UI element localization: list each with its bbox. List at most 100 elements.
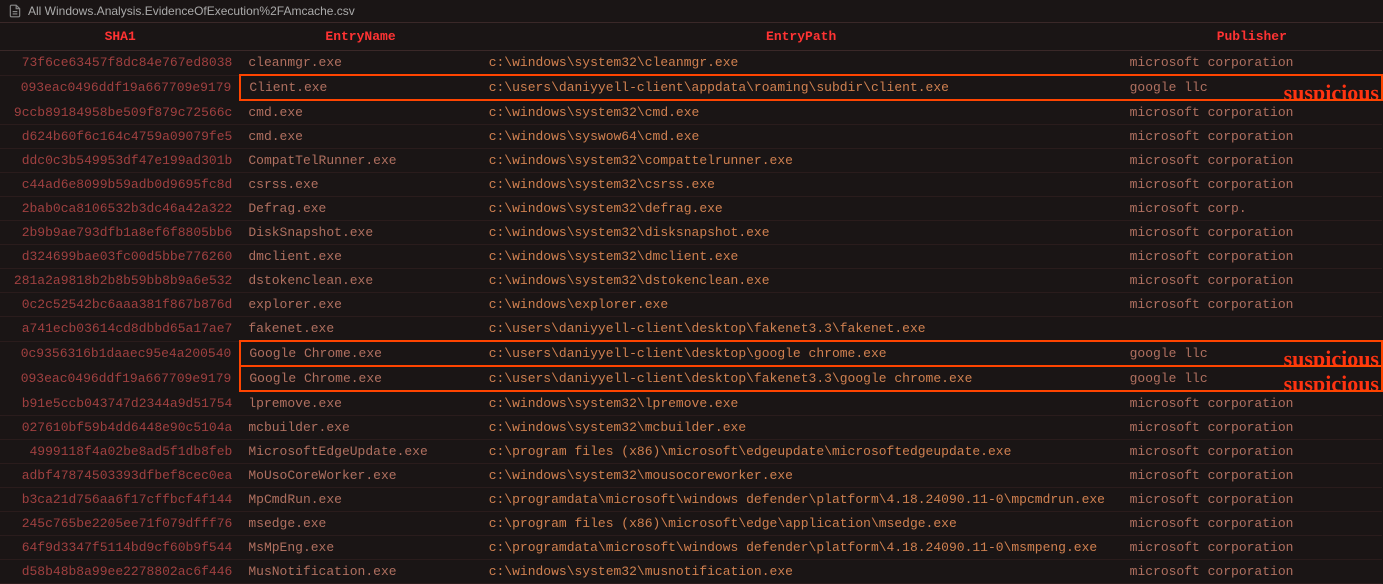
table-row[interactable]: 0c2c52542bc6aaa381f867b876dexplorer.exec…: [0, 293, 1382, 317]
table-row[interactable]: 093eac0496ddf19a667709e9179Client.exec:\…: [0, 75, 1382, 100]
cell-publisher: microsoft corporation: [1122, 440, 1382, 464]
cell-entrypath: c:\windows\system32\musnotification.exe: [481, 560, 1122, 584]
table-row[interactable]: d58b48b8a99ee2278802ac6f446MusNotificati…: [0, 560, 1382, 584]
cell-sha1: 093eac0496ddf19a667709e9179: [0, 366, 240, 391]
cell-entrypath: c:\windows\system32\disksnapshot.exe: [481, 221, 1122, 245]
cell-entryname: MsMpEng.exe: [240, 536, 480, 560]
cell-entryname: mcbuilder.exe: [240, 416, 480, 440]
cell-sha1: 64f9d3347f5114bd9cf60b9f544: [0, 536, 240, 560]
cell-entryname: MoUsoCoreWorker.exe: [240, 464, 480, 488]
cell-publisher: microsoft corporation: [1122, 51, 1382, 76]
cell-entrypath: c:\programdata\microsoft\windows defende…: [481, 488, 1122, 512]
cell-sha1: 093eac0496ddf19a667709e9179: [0, 75, 240, 100]
cell-entrypath: c:\windows\system32\dstokenclean.exe: [481, 269, 1122, 293]
cell-entryname: dmclient.exe: [240, 245, 480, 269]
cell-publisher: google llcsuspicious: [1122, 75, 1382, 100]
cell-entrypath: c:\windows\system32\mousocoreworker.exe: [481, 464, 1122, 488]
cell-publisher: microsoft corporation: [1122, 125, 1382, 149]
table-row[interactable]: 64f9d3347f5114bd9cf60b9f544MsMpEng.exec:…: [0, 536, 1382, 560]
table-row[interactable]: d324699bae03fc00d5bbe776260dmclient.exec…: [0, 245, 1382, 269]
cell-sha1: ddc0c3b549953df47e199ad301b: [0, 149, 240, 173]
table-row[interactable]: 0c9356316b1daaec95e4a200540Google Chrome…: [0, 341, 1382, 366]
cell-entryname: cleanmgr.exe: [240, 51, 480, 76]
cell-publisher: microsoft corporation: [1122, 269, 1382, 293]
table-row[interactable]: d624b60f6c164c4759a09079fe5cmd.exec:\win…: [0, 125, 1382, 149]
cell-publisher: microsoft corporation: [1122, 464, 1382, 488]
file-icon: [8, 4, 22, 18]
cell-sha1: 281a2a9818b2b8b59bb8b9a6e532: [0, 269, 240, 293]
cell-entryname: Defrag.exe: [240, 197, 480, 221]
cell-publisher: microsoft corp.: [1122, 197, 1382, 221]
cell-publisher: google llcsuspicious: [1122, 366, 1382, 391]
cell-entrypath: c:\windows\system32\cmd.exe: [481, 100, 1122, 125]
table-row[interactable]: 73f6ce63457f8dc84e767ed8038cleanmgr.exec…: [0, 51, 1382, 76]
table-header-row: SHA1 EntryName EntryPath Publisher: [0, 23, 1382, 51]
table-row[interactable]: c44ad6e8099b59adb0d9695fc8dcsrss.exec:\w…: [0, 173, 1382, 197]
tab-title[interactable]: All Windows.Analysis.EvidenceOfExecution…: [28, 4, 355, 18]
cell-sha1: 2b9b9ae793dfb1a8ef6f8805bb6: [0, 221, 240, 245]
table-row[interactable]: 2bab0ca8106532b3dc46a42a322Defrag.exec:\…: [0, 197, 1382, 221]
cell-entryname: csrss.exe: [240, 173, 480, 197]
cell-entrypath: c:\windows\system32\cleanmgr.exe: [481, 51, 1122, 76]
suspicious-annotation: suspicious: [1284, 80, 1379, 100]
cell-publisher: microsoft corporation: [1122, 245, 1382, 269]
cell-entryname: explorer.exe: [240, 293, 480, 317]
cell-sha1: 0c9356316b1daaec95e4a200540: [0, 341, 240, 366]
table-row[interactable]: adbf47874503393dfbef8cec0eaMoUsoCoreWork…: [0, 464, 1382, 488]
table-row[interactable]: 2b9b9ae793dfb1a8ef6f8805bb6DiskSnapshot.…: [0, 221, 1382, 245]
header-publisher[interactable]: Publisher: [1122, 23, 1382, 51]
cell-publisher: microsoft corporation: [1122, 293, 1382, 317]
tab-bar: All Windows.Analysis.EvidenceOfExecution…: [0, 0, 1383, 23]
table-row[interactable]: 281a2a9818b2b8b59bb8b9a6e532dstokenclean…: [0, 269, 1382, 293]
cell-sha1: d624b60f6c164c4759a09079fe5: [0, 125, 240, 149]
cell-entrypath: c:\program files (x86)\microsoft\edge\ap…: [481, 512, 1122, 536]
cell-publisher: microsoft corporation: [1122, 100, 1382, 125]
cell-entrypath: c:\windows\system32\dmclient.exe: [481, 245, 1122, 269]
cell-entryname: CompatTelRunner.exe: [240, 149, 480, 173]
header-entrypath[interactable]: EntryPath: [481, 23, 1122, 51]
cell-publisher: microsoft corporation: [1122, 149, 1382, 173]
table-row[interactable]: 093eac0496ddf19a667709e9179Google Chrome…: [0, 366, 1382, 391]
suspicious-annotation: suspicious: [1284, 346, 1379, 366]
cell-entrypath: c:\users\daniyyell-client\desktop\fakene…: [481, 317, 1122, 342]
data-table: SHA1 EntryName EntryPath Publisher 73f6c…: [0, 23, 1383, 584]
table-row[interactable]: a741ecb03614cd8dbbd65a17ae7fakenet.exec:…: [0, 317, 1382, 342]
cell-publisher: microsoft corporation: [1122, 512, 1382, 536]
cell-entrypath: c:\windows\explorer.exe: [481, 293, 1122, 317]
cell-publisher: microsoft corporation: [1122, 391, 1382, 416]
table-row[interactable]: 4999118f4a02be8ad5f1db8febMicrosoftEdgeU…: [0, 440, 1382, 464]
cell-sha1: 73f6ce63457f8dc84e767ed8038: [0, 51, 240, 76]
cell-entryname: DiskSnapshot.exe: [240, 221, 480, 245]
cell-publisher: microsoft corporation: [1122, 416, 1382, 440]
header-entryname[interactable]: EntryName: [240, 23, 480, 51]
cell-sha1: 027610bf59b4dd6448e90c5104a: [0, 416, 240, 440]
cell-sha1: 0c2c52542bc6aaa381f867b876d: [0, 293, 240, 317]
cell-publisher: microsoft corporation: [1122, 488, 1382, 512]
cell-sha1: adbf47874503393dfbef8cec0ea: [0, 464, 240, 488]
cell-entrypath: c:\windows\system32\mcbuilder.exe: [481, 416, 1122, 440]
cell-sha1: 4999118f4a02be8ad5f1db8feb: [0, 440, 240, 464]
cell-sha1: b91e5ccb043747d2344a9d51754: [0, 391, 240, 416]
cell-entryname: Google Chrome.exe: [240, 366, 480, 391]
cell-publisher: microsoft corporation: [1122, 173, 1382, 197]
header-sha1[interactable]: SHA1: [0, 23, 240, 51]
cell-entrypath: c:\windows\system32\lpremove.exe: [481, 391, 1122, 416]
cell-entrypath: c:\users\daniyyell-client\desktop\google…: [481, 341, 1122, 366]
cell-entryname: msedge.exe: [240, 512, 480, 536]
table-row[interactable]: 245c765be2205ee71f079dfff76msedge.exec:\…: [0, 512, 1382, 536]
cell-publisher: [1122, 317, 1382, 342]
cell-entryname: Client.exe: [240, 75, 480, 100]
cell-publisher: microsoft corporation: [1122, 221, 1382, 245]
table-row[interactable]: 9ccb89184958be509f879c72566ccmd.exec:\wi…: [0, 100, 1382, 125]
cell-entryname: MusNotification.exe: [240, 560, 480, 584]
table-row[interactable]: b3ca21d756aa6f17cffbcf4f144MpCmdRun.exec…: [0, 488, 1382, 512]
cell-entrypath: c:\windows\system32\defrag.exe: [481, 197, 1122, 221]
table-row[interactable]: b91e5ccb043747d2344a9d51754lpremove.exec…: [0, 391, 1382, 416]
cell-entryname: cmd.exe: [240, 125, 480, 149]
cell-sha1: 9ccb89184958be509f879c72566c: [0, 100, 240, 125]
table-row[interactable]: 027610bf59b4dd6448e90c5104amcbuilder.exe…: [0, 416, 1382, 440]
suspicious-annotation: suspicious: [1284, 371, 1379, 391]
cell-sha1: 2bab0ca8106532b3dc46a42a322: [0, 197, 240, 221]
table-row[interactable]: ddc0c3b549953df47e199ad301bCompatTelRunn…: [0, 149, 1382, 173]
cell-sha1: 245c765be2205ee71f079dfff76: [0, 512, 240, 536]
